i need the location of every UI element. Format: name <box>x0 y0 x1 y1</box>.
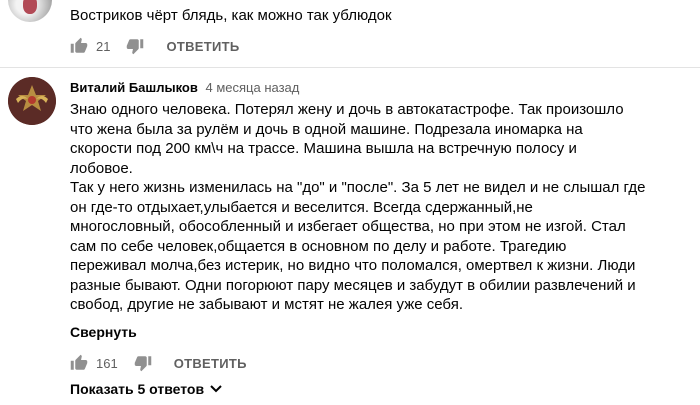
comment-timestamp[interactable]: 4 месяца назад <box>206 80 300 95</box>
thumbs-down-icon[interactable] <box>126 37 144 55</box>
show-replies-label: Показать 5 ответов <box>70 381 205 397</box>
avatar[interactable] <box>8 0 52 22</box>
thumbs-down-icon[interactable] <box>134 354 152 372</box>
chevron-down-icon <box>210 385 222 393</box>
avatar[interactable] <box>8 77 56 125</box>
collapse-button[interactable]: Свернуть <box>70 324 137 340</box>
comment-text: Востриков чёрт блядь, как можно так ублю… <box>70 7 392 24</box>
comment-header: Виталий Башлыков 4 месяца назад <box>70 79 299 97</box>
comment-text: Знаю одного человека. Потерял жену и доч… <box>70 101 646 313</box>
thumbs-up-icon[interactable] <box>70 37 88 55</box>
author-name[interactable]: Виталий Башлыков <box>70 80 198 95</box>
reply-button[interactable]: ОТВЕТИТЬ <box>174 356 247 371</box>
reply-button[interactable]: ОТВЕТИТЬ <box>166 39 239 54</box>
comment-actions: 21 ОТВЕТИТЬ <box>70 37 240 55</box>
comment-actions: 161 ОТВЕТИТЬ <box>70 354 247 372</box>
like-count: 161 <box>96 355 118 371</box>
thumbs-up-icon[interactable] <box>70 354 88 372</box>
divider <box>0 67 700 68</box>
like-count: 21 <box>96 38 111 54</box>
show-replies-button[interactable]: Показать 5 ответов <box>70 381 222 397</box>
